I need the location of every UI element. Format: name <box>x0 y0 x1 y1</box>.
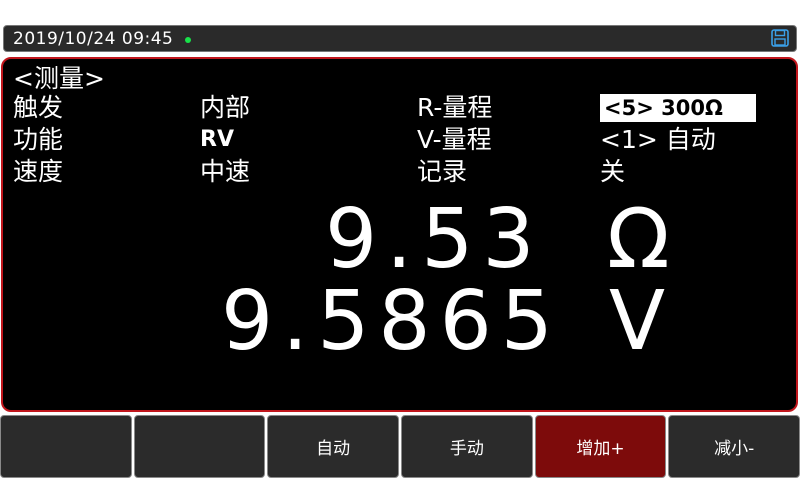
page-title: <测量> <box>13 64 105 93</box>
softkey-1[interactable] <box>0 415 132 478</box>
softkey-decrease[interactable]: 减小- <box>668 415 800 478</box>
resistance-reading: 9.53 <box>325 192 544 287</box>
status-bar: 2019/10/24 09:45 <box>3 25 797 52</box>
softkey-2[interactable] <box>133 415 266 478</box>
softkey-bar: 自动 手动 增加+ 减小- <box>0 415 800 478</box>
softkey-increase[interactable]: 增加+ <box>534 415 667 478</box>
trigger-label: 触发 <box>13 93 64 122</box>
floppy-save-icon[interactable] <box>771 29 789 47</box>
status-indicator-icon <box>185 37 191 43</box>
resistance-unit: Ω <box>607 192 679 287</box>
v-range-label: V-量程 <box>417 125 492 154</box>
r-range-value[interactable]: <5> 300Ω <box>600 94 756 122</box>
datetime-readout: 2019/10/24 09:45 <box>13 29 174 49</box>
function-label: 功能 <box>13 125 64 154</box>
voltage-reading: 9.5865 <box>221 274 562 369</box>
trigger-value[interactable]: 内部 <box>200 93 250 123</box>
record-value[interactable]: 关 <box>600 157 625 187</box>
voltage-unit: V <box>609 274 675 369</box>
instrument-screen: 2019/10/24 09:45 <测量> 触发 功能 速度 内部 RV 中速 … <box>0 0 800 500</box>
record-label: 记录 <box>417 157 468 186</box>
function-value[interactable]: RV <box>200 125 234 155</box>
v-range-value[interactable]: <1> 自动 <box>600 125 716 155</box>
speed-value[interactable]: 中速 <box>200 157 250 187</box>
measurement-panel: <测量> 触发 功能 速度 内部 RV 中速 R-量程 V-量程 记录 <5> … <box>1 57 798 412</box>
speed-label: 速度 <box>13 157 64 186</box>
softkey-auto[interactable]: 自动 <box>267 415 400 478</box>
softkey-manual[interactable]: 手动 <box>401 415 533 478</box>
r-range-label: R-量程 <box>417 93 493 122</box>
